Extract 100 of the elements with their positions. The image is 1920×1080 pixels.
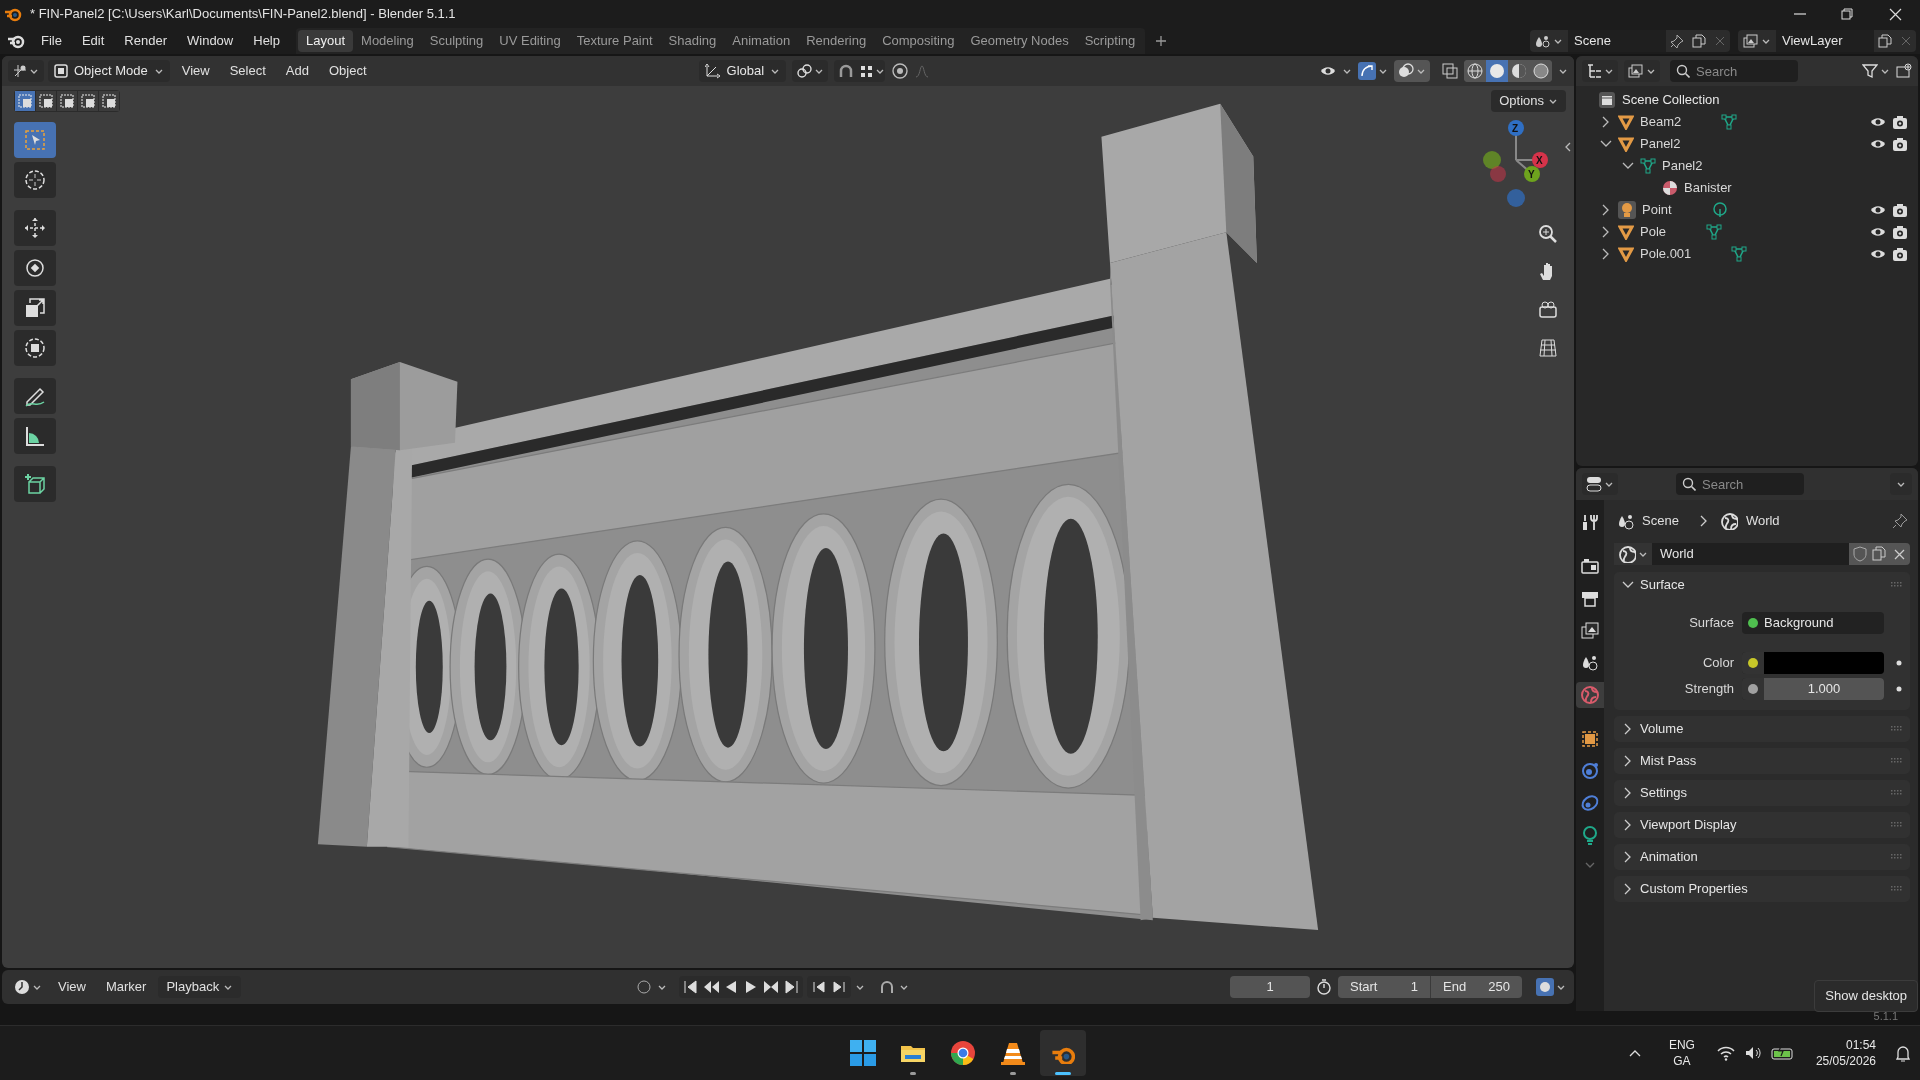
speaker-icon[interactable] [1744, 1045, 1761, 1061]
scene-type-icon[interactable] [1535, 34, 1551, 48]
jump-start-icon[interactable] [683, 979, 700, 995]
menu-item[interactable]: Edit [71, 30, 115, 52]
battery-icon[interactable] [1770, 1045, 1794, 1061]
menu-item[interactable]: Help [243, 30, 290, 52]
pin-icon[interactable] [1892, 513, 1908, 529]
notification-bell-icon[interactable] [1894, 1044, 1912, 1062]
menu-item[interactable]: Marker [97, 976, 155, 998]
menu-item[interactable]: Select [221, 61, 274, 81]
drag-handle-icon[interactable] [1891, 822, 1902, 827]
workspace-tab[interactable]: Geometry Nodes [962, 30, 1077, 52]
shading-wireframe-button[interactable] [1464, 60, 1486, 82]
overlays-icon[interactable] [1398, 63, 1414, 79]
search-field[interactable]: Search [1670, 60, 1798, 82]
tool-transform-button[interactable] [14, 330, 56, 366]
view-layer-name-field[interactable]: ViewLayer [1776, 30, 1874, 52]
world-type-button[interactable] [1614, 543, 1652, 565]
keyframe-record-icon[interactable] [635, 978, 654, 996]
drag-handle-icon[interactable] [1891, 854, 1902, 859]
grid-icon[interactable] [1538, 338, 1558, 358]
start-frame-field[interactable]: Start 1 [1338, 976, 1430, 998]
taskbar-app-button[interactable] [1040, 1030, 1086, 1076]
scene-name-field[interactable]: Scene [1568, 30, 1666, 52]
light-data-icon[interactable] [1711, 202, 1728, 218]
selection-mode-button[interactable] [78, 91, 98, 111]
menu-item[interactable]: Window [177, 30, 244, 52]
drag-handle-icon[interactable] [1891, 758, 1902, 763]
clock[interactable]: 01:54 25/05/2026 [1815, 1037, 1876, 1069]
menu-item[interactable]: Add [277, 61, 317, 81]
search-field[interactable]: Search [1676, 473, 1804, 495]
tool-move-button[interactable] [14, 210, 56, 246]
duplicate-icon[interactable] [1878, 34, 1892, 48]
grid-icon[interactable] [860, 64, 874, 78]
shield-icon[interactable] [1852, 546, 1868, 562]
camera-icon[interactable] [1892, 136, 1908, 152]
object-label[interactable]: Pole [1640, 222, 1667, 242]
triangle-mesh-icon[interactable] [1731, 246, 1748, 262]
selection-mode-button[interactable] [36, 91, 56, 111]
selection-mode-button[interactable] [57, 91, 77, 111]
filter-button[interactable] [1862, 63, 1890, 79]
jump-end-icon[interactable] [783, 979, 800, 995]
shader-dropdown[interactable]: Background [1742, 612, 1884, 634]
workspace-tab[interactable]: Shading [660, 30, 725, 52]
object-label[interactable]: Point [1642, 200, 1672, 220]
drag-handle-icon[interactable] [1891, 582, 1902, 587]
selection-mode-button[interactable] [15, 91, 35, 111]
editor-type-button[interactable] [1582, 473, 1618, 495]
camera-icon[interactable] [1892, 202, 1908, 218]
object-label[interactable]: Panel2 [1640, 134, 1681, 154]
tool-measure-button[interactable] [14, 418, 56, 454]
workspace-tab[interactable]: UV Editing [491, 30, 569, 52]
triangle-mesh-icon[interactable] [1706, 224, 1723, 240]
keyframe-dot-icon[interactable] [1896, 660, 1902, 666]
proportional-edit-icon[interactable] [891, 62, 910, 80]
tool-add-cube-button[interactable] [14, 466, 56, 502]
end-frame-field[interactable]: End 250 [1430, 976, 1522, 998]
keyframe-dot-icon[interactable] [1896, 686, 1902, 692]
previous-keyframe-icon[interactable] [703, 979, 720, 995]
pin-icon[interactable] [1670, 34, 1684, 48]
menu-item[interactable]: Object [320, 61, 375, 81]
orientation-dropdown[interactable]: Global [698, 60, 787, 82]
object-label[interactable]: Pole.001 [1640, 244, 1692, 264]
xray-icon[interactable] [1442, 63, 1458, 79]
camera-icon[interactable] [1892, 246, 1908, 262]
workspace-tab[interactable]: Modeling [353, 30, 422, 52]
camera-icon[interactable] [1892, 114, 1908, 130]
workspace-tab[interactable]: Compositing [874, 30, 963, 52]
drag-handle-icon[interactable] [1891, 790, 1902, 795]
language-indicator[interactable]: ENG GA [1664, 1037, 1699, 1069]
workspace-tab[interactable]: Layout [298, 30, 354, 52]
sync-icon[interactable] [1536, 978, 1554, 996]
selection-mode-button[interactable] [99, 91, 119, 111]
workspace-tab[interactable]: Animation [724, 30, 799, 52]
editor-type-button[interactable] [1582, 60, 1618, 82]
options-dropdown[interactable]: Options [1491, 90, 1566, 112]
strength-field[interactable]: 1.000 [1764, 678, 1884, 700]
workspace-tab[interactable]: Sculpting [421, 30, 492, 52]
view-layer-type-icon[interactable] [1743, 34, 1759, 48]
editor-type-button[interactable] [8, 60, 44, 82]
collection-label[interactable]: Scene Collection [1622, 90, 1720, 110]
workspace-tab[interactable]: Rendering [798, 30, 875, 52]
object-label[interactable]: Panel2 [1662, 156, 1703, 176]
gizmo-icon[interactable] [1358, 62, 1376, 80]
stopwatch-icon[interactable] [1316, 979, 1332, 995]
color-swatch[interactable] [1764, 652, 1884, 674]
restore-icon[interactable] [1841, 8, 1853, 20]
breadcrumb-item[interactable]: World [1745, 511, 1780, 531]
snap-magnet-icon[interactable] [838, 64, 855, 78]
object-label[interactable]: Beam2 [1640, 112, 1682, 132]
chevron-up-icon[interactable] [1628, 1048, 1641, 1058]
menu-item[interactable]: Render [114, 30, 177, 52]
menu-item[interactable]: View [173, 61, 218, 81]
new-collection-icon[interactable] [1896, 63, 1912, 79]
workspace-tab[interactable]: Texture Paint [568, 30, 661, 52]
breadcrumb-item[interactable]: Scene [1642, 511, 1679, 531]
triangle-mesh-icon[interactable] [1721, 114, 1738, 130]
tool-annotate-button[interactable] [14, 378, 56, 414]
tool-rotate-button[interactable] [14, 250, 56, 286]
camera-icon[interactable] [1538, 300, 1558, 320]
